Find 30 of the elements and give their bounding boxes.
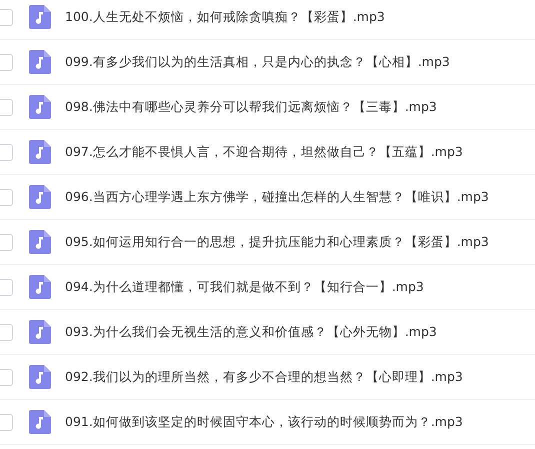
file-name[interactable]: 093.为什么我们会无视生活的意义和价值感？【心外无物】.mp3 [65, 324, 437, 340]
checkbox[interactable] [0, 234, 13, 250]
music-file-icon [29, 50, 51, 74]
file-name[interactable]: 098.佛法中有哪些心灵养分可以帮我们远离烦恼？【三毒】.mp3 [65, 98, 437, 116]
music-file-icon [29, 140, 51, 164]
checkbox[interactable] [0, 368, 13, 386]
checkbox[interactable] [0, 324, 13, 340]
music-file-icon [29, 320, 51, 344]
checkbox[interactable] [0, 414, 13, 430]
file-name[interactable]: 091.如何做到该坚定的时候固守本心，该行动的时候顺势而为？.mp3 [65, 414, 463, 430]
file-name[interactable]: 096.当西方心理学遇上东方佛学，碰撞出怎样的人生智慧？【唯识】.mp3 [65, 188, 489, 206]
checkbox[interactable] [0, 144, 13, 160]
checkbox[interactable] [0, 8, 13, 26]
file-name[interactable]: 100.人生无处不烦恼，如何戒除贪嗔痴？【彩蛋】.mp3 [65, 8, 385, 26]
file-name[interactable]: 097.怎么才能不畏惧人言，不迎合期待，坦然做自己？【五蕴】.mp3 [65, 144, 463, 160]
music-file-icon [29, 185, 51, 209]
music-file-icon [29, 365, 51, 389]
music-file-icon [29, 275, 51, 299]
music-file-icon [29, 410, 51, 434]
checkbox[interactable] [0, 278, 13, 296]
music-file-icon [29, 230, 51, 254]
file-name[interactable]: 095.如何运用知行合一的思想，提升抗压能力和心理素质？【彩蛋】.mp3 [65, 234, 489, 250]
checkbox[interactable] [0, 98, 13, 116]
file-name[interactable]: 094.为什么道理都懂，可我们就是做不到？【知行合一】.mp3 [65, 278, 424, 296]
file-name[interactable]: 099.有多少我们以为的生活真相，只是内心的执念？【心相】.mp3 [65, 54, 450, 70]
file-name[interactable]: 092.我们以为的理所当然，有多少不合理的想当然？【心即理】.mp3 [65, 368, 463, 386]
music-file-icon [29, 95, 51, 119]
music-file-icon [29, 5, 51, 29]
checkbox[interactable] [0, 188, 13, 206]
checkbox[interactable] [0, 54, 13, 70]
